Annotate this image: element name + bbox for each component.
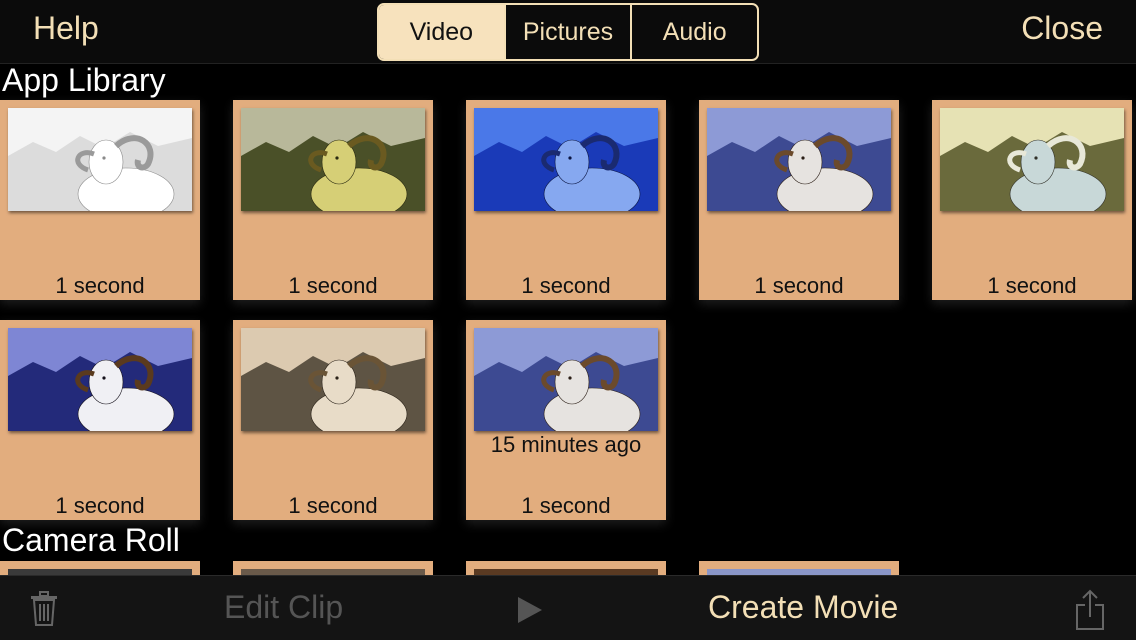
- clip-thumbnail: [241, 328, 425, 431]
- clip-duration: 1 second: [521, 273, 611, 298]
- trash-icon[interactable]: [30, 591, 58, 627]
- clip-duration: 1 second: [55, 273, 145, 298]
- section-title-app-library: App Library: [2, 62, 166, 98]
- video-clip-tile[interactable]: 1 second: [233, 100, 433, 300]
- clip-thumbnail: [940, 108, 1124, 211]
- camera-roll-clip[interactable]: [466, 561, 666, 575]
- video-clip-tile[interactable]: 1 second: [932, 100, 1132, 300]
- video-clip-tile[interactable]: 1 second: [233, 320, 433, 520]
- create-movie-button[interactable]: Create Movie: [708, 589, 898, 626]
- clip-duration: 1 second: [987, 273, 1077, 298]
- video-clip-tile[interactable]: 1 second: [0, 320, 200, 520]
- clip-duration: 1 second: [754, 273, 844, 298]
- clip-thumbnail: [474, 328, 658, 431]
- clip-thumbnail: [241, 108, 425, 211]
- clip-timestamp: 15 minutes ago: [490, 432, 642, 457]
- tab-video[interactable]: Video: [379, 5, 506, 59]
- clip-thumbnail: [474, 108, 658, 211]
- camera-roll-clip[interactable]: [699, 561, 899, 575]
- play-icon[interactable]: [517, 596, 543, 624]
- camera-roll-clip[interactable]: [0, 561, 200, 575]
- clip-duration: 1 second: [521, 493, 611, 518]
- edit-clip-button[interactable]: Edit Clip: [224, 589, 343, 626]
- video-clip-tile[interactable]: 1 second: [0, 100, 200, 300]
- tab-audio[interactable]: Audio: [632, 5, 757, 59]
- section-title-camera-roll: Camera Roll: [2, 522, 180, 558]
- video-clip-tile[interactable]: 1 second: [466, 100, 666, 300]
- clip-thumbnail: [8, 108, 192, 211]
- video-clip-tile[interactable]: 15 minutes ago 1 second: [466, 320, 666, 520]
- close-button[interactable]: Close: [1021, 10, 1103, 47]
- clip-thumbnail: [707, 108, 891, 211]
- tab-pictures[interactable]: Pictures: [506, 5, 633, 59]
- help-button[interactable]: Help: [33, 10, 99, 47]
- camera-roll-clip[interactable]: [233, 561, 433, 575]
- top-bar: Help Video Pictures Audio Close: [0, 0, 1136, 64]
- clip-duration: 1 second: [55, 493, 145, 518]
- clip-thumbnail: [8, 328, 192, 431]
- share-icon[interactable]: [1074, 589, 1106, 631]
- clip-duration: 1 second: [288, 493, 378, 518]
- clip-duration: 1 second: [288, 273, 378, 298]
- media-type-segmented-control: Video Pictures Audio: [377, 3, 759, 61]
- bottom-toolbar: Edit Clip Create Movie: [0, 575, 1136, 640]
- video-clip-tile[interactable]: 1 second: [699, 100, 899, 300]
